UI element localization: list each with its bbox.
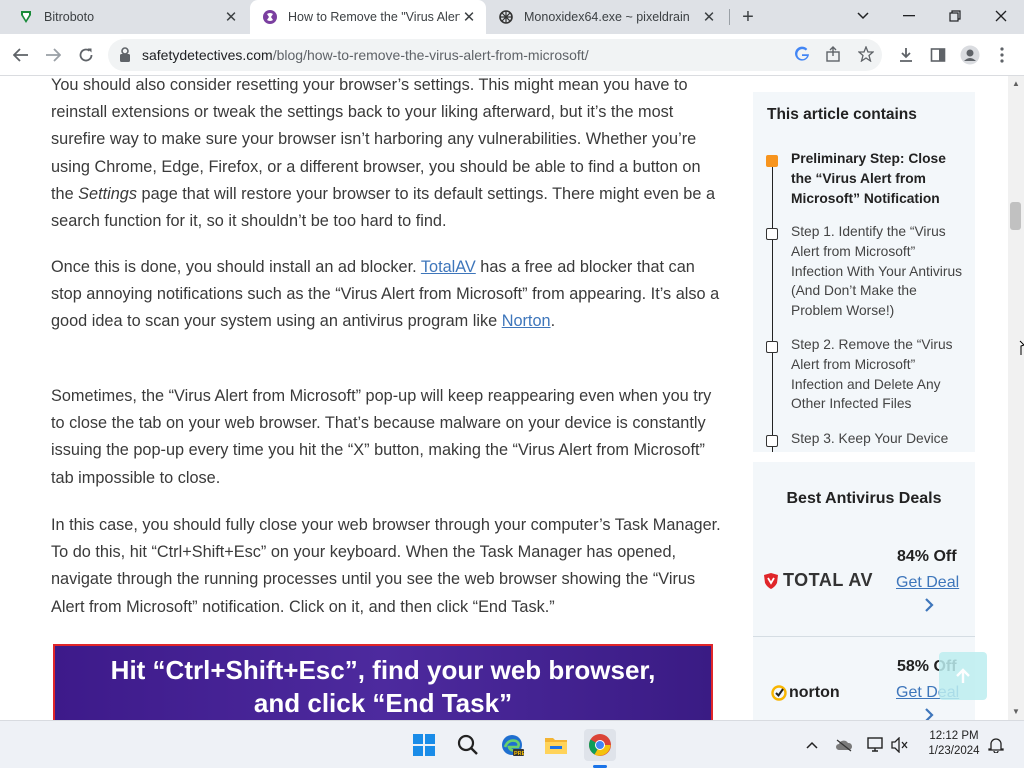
chrome-icon[interactable] [584,729,616,761]
bookmark-star-icon[interactable] [857,45,875,67]
pixeldrain-favicon [498,9,514,25]
norton-link[interactable]: Norton [502,312,551,330]
page-scrollbar[interactable]: ▲ ▼ [1008,76,1024,720]
network-icon[interactable] [867,736,885,754]
mouse-cursor-icon [1019,340,1024,356]
url-host: safetydetectives.com [142,47,273,63]
chevron-right-icon[interactable] [924,598,934,617]
close-icon[interactable]: ✕ [460,8,478,26]
cloud-icon[interactable] [835,736,853,754]
toc-item[interactable]: Preliminary Step: Close the “Virus Alert… [791,149,965,208]
page-content: You should also consider resetting your … [0,76,1008,720]
deal-divider [753,636,975,637]
clock-time: 12:12 PM [929,730,979,742]
clock-date: 1/23/2024 [928,745,980,757]
article-paragraph: Sometimes, the “Virus Alert from Microso… [51,387,712,487]
download-icon[interactable] [895,44,917,66]
site-info-icon[interactable] [118,47,132,68]
totalav-logo[interactable]: TOTAL AV [763,570,873,591]
search-icon[interactable] [452,729,484,761]
tab-bitroboto[interactable]: Bitroboto ✕ [0,0,248,34]
get-deal-link[interactable]: Get Deal [896,574,959,592]
volume-muted-icon[interactable] [891,736,909,754]
scroll-down-arrow-icon[interactable]: ▼ [1008,704,1024,718]
new-tab-plus-icon[interactable]: + [737,6,759,28]
deals-title: Best Antivirus Deals [786,490,942,507]
chevron-up-icon[interactable] [803,736,821,754]
toc-item[interactable]: Step 1. Identify the “Virus Alert from M… [791,222,965,321]
address-bar[interactable]: safetydetectives.com/blog/how-to-remove-… [108,39,882,71]
windows-taskbar: PRE 12:12 PM 1/23/2024 [0,720,1024,768]
toc-timeline [772,162,773,452]
toc-marker [766,228,778,240]
side-panel-icon[interactable] [927,44,949,66]
url-path: /blog/how-to-remove-the-virus-alert-from… [272,47,589,63]
browser-toolbar: safetydetectives.com/blog/how-to-remove-… [0,34,1024,76]
window-close-icon[interactable] [987,4,1015,28]
tab-title: Monoxidex64.exe ~ pixeldrain [524,10,690,24]
share-icon[interactable] [825,46,841,67]
tab-strip: Bitroboto ✕ How to Remove the "Virus Ale… [0,0,1024,34]
edge-dev-icon[interactable]: PRE [496,729,528,761]
tab-active-article[interactable]: How to Remove the "Virus Alert f ✕ [250,0,486,34]
end-task-banner-image: Hit “Ctrl+Shift+Esc”, find your web brow… [53,644,713,720]
minimize-icon[interactable] [895,4,923,28]
norton-check-icon [771,685,787,701]
banner-text: Hit “Ctrl+Shift+Esc”, find your web brow… [55,654,711,720]
tab-title: Bitroboto [44,10,95,24]
profile-avatar-icon[interactable] [959,44,981,66]
tab-title: How to Remove the "Virus Alert f [288,10,460,24]
bitroboto-favicon [18,9,34,25]
totalav-link[interactable]: TotalAV [421,258,476,276]
toc-marker [766,435,778,447]
deal-discount: 84% Off [897,548,957,565]
toc-title: This article contains [767,106,917,123]
chevron-right-icon[interactable] [924,708,934,720]
close-icon[interactable]: ✕ [700,8,718,26]
toc-marker-active [766,155,778,167]
article-paragraph: In this case, you should fully close you… [51,516,721,616]
toc-item[interactable]: Step 3. Keep Your Device [791,429,965,449]
banner-line-2: and click “End Task” [253,688,513,718]
file-explorer-icon[interactable] [540,729,572,761]
tab-search-chevron-icon[interactable] [849,4,877,28]
more-menu-icon[interactable] [991,44,1013,66]
scroll-to-top-button[interactable] [939,652,987,700]
norton-logo[interactable]: norton [771,684,840,702]
svg-text:PRE: PRE [514,751,524,757]
banner-line-1: Hit “Ctrl+Shift+Esc”, find your web brow… [110,655,656,685]
restore-icon[interactable] [941,4,969,28]
reload-icon[interactable] [75,44,97,66]
forward-arrow-icon[interactable] [42,44,64,66]
close-icon[interactable]: ✕ [222,8,240,26]
notification-bell-icon[interactable] [987,736,1005,754]
table-of-contents: This article contains Preliminary Step: … [753,92,975,452]
toc-item[interactable]: Step 2. Remove the “Virus Alert from Mic… [791,335,965,414]
tab-pixeldrain[interactable]: Monoxidex64.exe ~ pixeldrain ✕ [488,0,726,34]
toc-marker [766,341,778,353]
tab-separator [729,9,730,25]
url-text[interactable]: safetydetectives.com/blog/how-to-remove-… [142,47,589,63]
safetydetectives-favicon [262,9,278,25]
google-icon[interactable] [794,46,810,67]
system-clock[interactable]: 12:12 PM 1/23/2024 [918,729,990,759]
windows-start-icon[interactable] [408,729,440,761]
scroll-up-arrow-icon[interactable]: ▲ [1008,76,1024,90]
settings-emphasis: Settings [78,184,138,203]
scrollbar-thumb[interactable] [1010,202,1021,230]
deal-card-totalav: TOTAL AV 84% Off Get Deal [753,526,975,637]
totalav-shield-icon [764,572,778,589]
arrow-up-icon [956,668,970,683]
article-paragraph: You should also consider resetting your … [51,76,715,231]
back-arrow-icon[interactable] [10,44,32,66]
article-paragraph: Once this is done, you should install an… [51,258,720,331]
